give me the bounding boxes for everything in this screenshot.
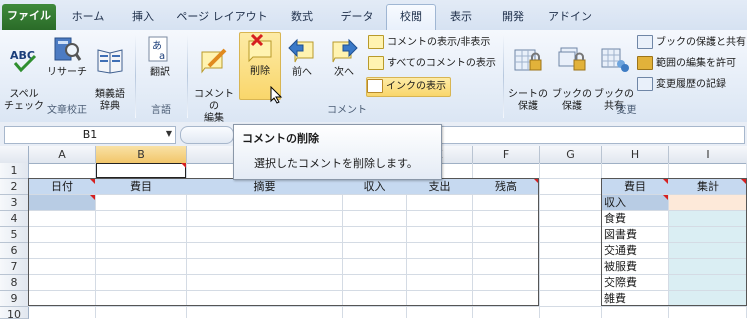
next-comment-icon — [332, 38, 358, 63]
tab-formulas[interactable]: 数式 — [278, 5, 326, 30]
show-all-comments-icon — [368, 56, 384, 70]
group-label-changes: 変更 — [616, 105, 637, 116]
tab-insert[interactable]: 挿入 — [120, 5, 166, 30]
show-all-comments-button[interactable]: すべてのコメントの表示 — [368, 55, 496, 73]
column-header-f[interactable]: F — [473, 146, 540, 164]
summary-table-border — [601, 178, 747, 306]
share-workbook-button[interactable]: ブックの 共有 — [594, 34, 634, 112]
previous-comment-icon — [288, 38, 314, 63]
track-changes-icon — [637, 77, 653, 91]
tab-review[interactable]: 校閲 — [386, 4, 436, 31]
protect-sheet-button[interactable]: シートの 保護 — [506, 34, 550, 112]
protect-and-share-button[interactable]: ブックの保護と共有 — [637, 34, 746, 52]
tab-page-layout[interactable]: ページ レイアウト — [170, 5, 274, 30]
show-ink-button[interactable]: インクの表示 — [366, 77, 451, 97]
next-comment-button[interactable]: 次へ — [324, 34, 364, 100]
allow-edit-ranges-button[interactable]: 範囲の編集を許可 — [637, 55, 736, 73]
track-changes-label: 変更履歴の記録 — [656, 79, 726, 90]
research-label: リサーチ — [47, 67, 87, 78]
show-hide-comment-button[interactable]: コメントの表示/非表示 — [368, 34, 490, 52]
translate-icon: あ a — [148, 36, 168, 62]
tab-developer[interactable]: 開発 — [490, 5, 536, 30]
protect-sheet-icon — [514, 49, 542, 71]
name-box[interactable]: B1 — [4, 126, 176, 144]
show-hide-comment-icon — [368, 35, 384, 49]
protect-workbook-icon — [558, 47, 586, 71]
row-header-8[interactable]: 8 — [0, 275, 29, 291]
research-book-icon — [54, 37, 82, 61]
group-label-proofing: 文章校正 — [47, 105, 87, 116]
row-header-3[interactable]: 3 — [0, 195, 29, 211]
gridline — [539, 163, 540, 318]
protect-share-label: ブックの保護と共有 — [656, 37, 746, 48]
svg-text:a: a — [159, 51, 165, 62]
name-box-dropdown-icon[interactable]: ▼ — [164, 127, 174, 141]
row-header-4[interactable]: 4 — [0, 211, 29, 227]
select-all-corner[interactable] — [0, 146, 29, 164]
row-header-5[interactable]: 5 — [0, 227, 29, 243]
formula-bar-handle[interactable] — [180, 126, 234, 144]
row-header-2[interactable]: 2 — [0, 179, 29, 195]
allow-edit-label: 範囲の編集を許可 — [656, 58, 736, 69]
allow-edit-icon — [637, 56, 653, 70]
group-label-comments: コメント — [327, 105, 367, 116]
translate-label: 翻訳 — [150, 67, 170, 78]
thesaurus-book-icon — [97, 49, 123, 74]
column-header-g[interactable]: G — [540, 146, 602, 164]
tab-view[interactable]: 表示 — [438, 5, 484, 30]
row-header-7[interactable]: 7 — [0, 259, 29, 275]
selected-cell-b1[interactable] — [96, 163, 186, 178]
group-label-language: 言語 — [151, 105, 171, 116]
share-workbook-icon — [601, 48, 629, 72]
tooltip-body: 選択したコメントを削除します。 — [254, 157, 418, 170]
abc-spell-icon: ABC — [10, 49, 37, 73]
column-header-i[interactable]: I — [669, 146, 747, 164]
show-hide-comment-label: コメントの表示/非表示 — [387, 37, 491, 48]
protect-share-icon — [637, 35, 653, 49]
tooltip-title: コメントの削除 — [242, 132, 319, 145]
mouse-cursor-icon — [270, 86, 283, 104]
protect-workbook-button[interactable]: ブックの 保護 — [550, 34, 594, 112]
ledger-table-border — [28, 178, 539, 306]
column-header-b[interactable]: B — [96, 146, 187, 164]
show-all-comments-label: すべてのコメントの表示 — [387, 58, 496, 69]
thesaurus-button[interactable]: 類義語 辞典 — [88, 34, 132, 112]
previous-comment-button[interactable]: 前へ — [284, 34, 320, 100]
delete-comment-icon — [248, 33, 272, 63]
next-comment-label: 次へ — [334, 67, 354, 78]
comment-pencil-icon — [201, 48, 227, 74]
edit-comment-button[interactable]: コメントの 編集 — [191, 34, 237, 124]
group-separator — [503, 34, 504, 118]
tooltip: コメントの削除 選択したコメントを削除します。 — [233, 124, 442, 180]
tab-addins[interactable]: アドイン — [542, 5, 598, 30]
research-button[interactable]: リサーチ — [46, 34, 88, 100]
formula-input[interactable] — [440, 126, 745, 144]
spelling-button[interactable]: ABC スペル チェック — [4, 34, 44, 112]
previous-comment-label: 前へ — [292, 67, 312, 78]
tab-data[interactable]: データ — [330, 5, 384, 30]
tab-file[interactable]: ファイル — [2, 4, 56, 30]
row-header-9[interactable]: 9 — [0, 291, 29, 307]
track-changes-button[interactable]: 変更履歴の記録 — [637, 76, 726, 94]
row-header-10[interactable]: 10 — [0, 307, 29, 319]
column-header-h[interactable]: H — [602, 146, 669, 164]
comment-indicator — [181, 163, 186, 168]
row-header-6[interactable]: 6 — [0, 243, 29, 259]
show-ink-label: インクの表示 — [386, 81, 446, 92]
column-header-a[interactable]: A — [29, 146, 96, 164]
translate-button[interactable]: あ a 翻訳 — [140, 34, 180, 100]
gridline — [28, 306, 747, 307]
ink-icon — [367, 79, 383, 93]
row-header-1[interactable]: 1 — [0, 163, 29, 179]
tab-home[interactable]: ホーム — [60, 5, 116, 30]
delete-comment-label: 削除 — [250, 66, 270, 77]
